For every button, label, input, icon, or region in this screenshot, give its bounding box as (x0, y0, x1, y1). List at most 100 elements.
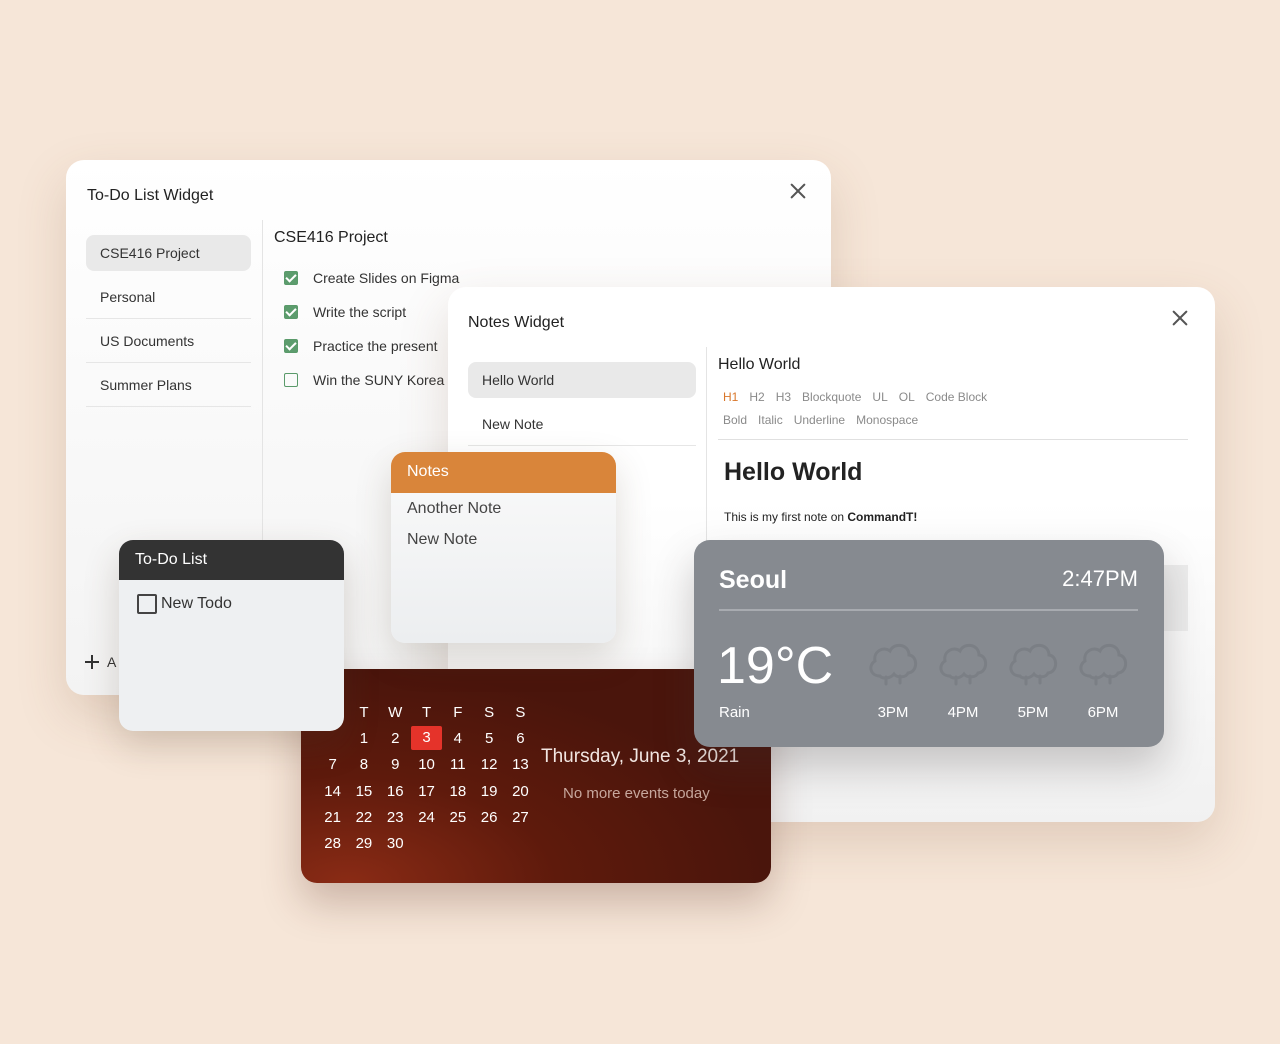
calendar-day[interactable]: 30 (380, 835, 411, 852)
weather-hour-label: 5PM (1017, 704, 1049, 721)
note-item-hello-world[interactable]: Hello World (468, 362, 696, 398)
task-label: Practice the present (313, 338, 438, 354)
tool-blockquote[interactable]: Blockquote (802, 390, 861, 404)
tool-ul[interactable]: UL (872, 390, 887, 404)
calendar-day[interactable]: 23 (380, 809, 411, 826)
weekday-label: W (388, 703, 403, 721)
calendar-day[interactable]: 14 (317, 783, 348, 800)
calendar-events-label: No more events today (563, 785, 710, 802)
calendar-day[interactable]: 5 (473, 730, 504, 747)
note-heading[interactable]: Hello World (724, 458, 1188, 487)
calendar-day[interactable]: 1 (348, 730, 379, 747)
sidebar-item-personal[interactable]: Personal (86, 275, 251, 319)
weekday-label: S (484, 703, 495, 721)
calendar-day[interactable]: 19 (473, 783, 504, 800)
weather-hour-label: 6PM (1087, 704, 1119, 721)
calendar-day[interactable]: 29 (348, 835, 379, 852)
rain-cloud-icon (1006, 638, 1060, 686)
format-toolbar: H1 H2 H3 Blockquote UL OL Code Block Bold Itali… (718, 386, 1038, 432)
calendar-weeks: 1 2 3 4 5 6 7 8 9 10 11 12 13 14 15 16 17 18 19 20 21 22 23 24 2… (317, 725, 536, 856)
calendar-week-row: 7 8 9 10 11 12 13 (317, 752, 536, 778)
task-checkbox[interactable] (284, 339, 298, 353)
weather-hour-label: 3PM (877, 704, 909, 721)
current-list-title: CSE416 Project (274, 229, 388, 246)
todo-small-header: To-Do List (119, 540, 344, 580)
calendar-day[interactable]: 8 (348, 756, 379, 773)
calendar-day[interactable]: 26 (473, 809, 504, 826)
tool-ol[interactable]: OL (899, 390, 915, 404)
sidebar-item-cse416-project[interactable]: CSE416 Project (86, 235, 251, 271)
task-label: Write the script (313, 304, 407, 320)
calendar-day[interactable]: 7 (317, 756, 348, 773)
task-checkbox[interactable] (284, 373, 298, 387)
note-list-item[interactable]: New Note (407, 524, 616, 555)
notes-small-widget: Notes Another Note New Note (391, 452, 616, 643)
tool-monospace[interactable]: Monospace (856, 413, 918, 427)
task-row: Practice the present (274, 329, 459, 363)
calendar-day[interactable]: 28 (317, 835, 348, 852)
sidebar-item-summer-plans[interactable]: Summer Plans (86, 363, 251, 407)
tool-h2[interactable]: H2 (749, 390, 764, 404)
weather-city: Seoul (719, 566, 788, 594)
calendar-date-label: Thursday, June 3, 2021 (541, 746, 740, 767)
note-list-item[interactable]: Another Note (407, 493, 616, 524)
todo-item: New Todo (137, 594, 344, 614)
calendar-day[interactable]: 27 (505, 809, 536, 826)
weekday-row: T W T F S S (317, 699, 536, 725)
weekday-label: S (515, 703, 526, 721)
task-checkbox[interactable] (284, 305, 298, 319)
calendar-day[interactable]: 13 (505, 756, 536, 773)
tool-bold[interactable]: Bold (723, 413, 747, 427)
calendar-day[interactable]: 25 (442, 809, 473, 826)
calendar-day[interactable]: 9 (380, 756, 411, 773)
note-body[interactable]: This is my first note on CommandT! (724, 510, 1188, 524)
add-list-label: A (107, 654, 117, 670)
editor-divider (718, 439, 1188, 440)
task-row: Win the SUNY Korea (274, 363, 459, 397)
calendar-day[interactable]: 20 (505, 783, 536, 800)
calendar-week-row: 28 29 30 (317, 830, 536, 856)
todo-widget-title: To-Do List Widget (87, 187, 214, 204)
rain-cloud-icon (936, 638, 990, 686)
rain-cloud-icon (866, 638, 920, 686)
calendar-week-row: 21 22 23 24 25 26 27 (317, 804, 536, 830)
add-list-button[interactable]: A (85, 654, 116, 670)
note-item-new-note[interactable]: New Note (468, 402, 696, 446)
task-row: Write the script (274, 295, 459, 329)
calendar-day[interactable]: 18 (442, 783, 473, 800)
weather-temperature: 19°C (717, 637, 834, 695)
tool-underline[interactable]: Underline (794, 413, 845, 427)
close-icon[interactable] (1171, 309, 1189, 327)
notes-small-header: Notes (391, 452, 616, 493)
calendar-day-today[interactable]: 3 (410, 726, 443, 751)
calendar-day[interactable]: 2 (380, 730, 411, 747)
close-icon[interactable] (789, 182, 807, 200)
calendar-day[interactable]: 12 (473, 756, 504, 773)
notes-sidebar: Hello World New Note (468, 362, 696, 446)
calendar-day[interactable]: 11 (442, 756, 473, 773)
task-label: Win the SUNY Korea (313, 372, 445, 388)
calendar-day[interactable]: 10 (411, 756, 442, 773)
weekday-label: T (421, 703, 432, 721)
weather-hour-label: 4PM (947, 704, 979, 721)
calendar-day[interactable]: 22 (348, 809, 379, 826)
rain-cloud-icon (1076, 638, 1130, 686)
calendar-day[interactable]: 17 (411, 783, 442, 800)
calendar-day[interactable]: 21 (317, 809, 348, 826)
tool-h1[interactable]: H1 (723, 390, 738, 404)
note-editor: Hello World H1 H2 H3 Blockquote UL OL Code Blo… (718, 356, 1188, 524)
calendar-day[interactable]: 16 (380, 783, 411, 800)
calendar-day[interactable]: 4 (442, 730, 473, 747)
tool-h3[interactable]: H3 (776, 390, 791, 404)
todo-item-label[interactable]: New Todo (161, 595, 232, 613)
tool-code-block[interactable]: Code Block (926, 390, 987, 404)
task-row: Create Slides on Figma (274, 261, 459, 295)
calendar-day[interactable]: 15 (348, 783, 379, 800)
calendar-day[interactable]: 24 (411, 809, 442, 826)
todo-checkbox[interactable] (137, 594, 157, 614)
tool-italic[interactable]: Italic (758, 413, 783, 427)
calendar-day[interactable]: 6 (505, 730, 536, 747)
task-checkbox[interactable] (284, 271, 298, 285)
calendar-week-row: 14 15 16 17 18 19 20 (317, 778, 536, 804)
sidebar-item-us-documents[interactable]: US Documents (86, 319, 251, 363)
